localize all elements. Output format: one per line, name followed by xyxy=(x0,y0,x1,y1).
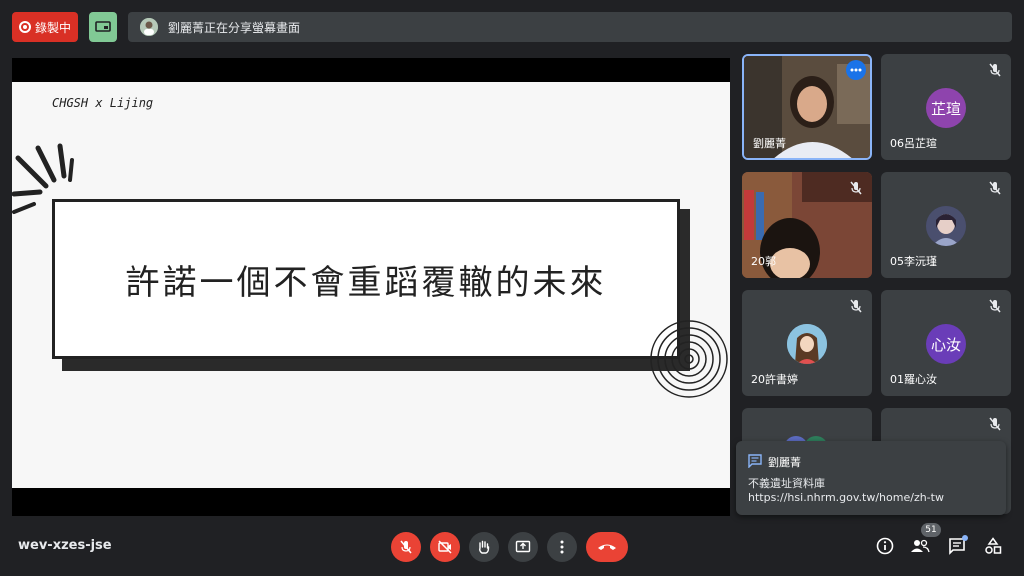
people-icon xyxy=(911,539,930,553)
slide-brand: CHGSH x Lijing xyxy=(52,96,154,110)
participant-name: 20郭 xyxy=(751,255,776,268)
activities-icon xyxy=(985,537,1002,554)
mic-off-icon xyxy=(989,181,1001,195)
participant-name: 劉麗菁 xyxy=(753,137,786,150)
meeting-code: wev-xzes-jse xyxy=(18,538,112,553)
chat-message-line: 不義遺址資料庫 xyxy=(748,477,825,490)
info-icon xyxy=(876,537,894,555)
mic-toggle-button[interactable] xyxy=(391,532,421,562)
chat-notification[interactable]: 劉麗菁 不義遺址資料庫 https://hsi.nhrm.gov.tw/home… xyxy=(736,441,1006,515)
more-options-button[interactable] xyxy=(547,532,577,562)
activities-button[interactable] xyxy=(981,534,1005,558)
unread-dot xyxy=(962,535,968,541)
bottom-bar: wev-xzes-jse 51 xyxy=(0,520,1024,576)
camera-toggle-button[interactable] xyxy=(430,532,460,562)
participant-name: 20許書婷 xyxy=(751,373,798,386)
slide-title: 許諾一個不會重蹈覆轍的未來 xyxy=(125,262,607,303)
screen-share-presentation: CHGSH x Lijing 許諾一個不會重蹈覆轍的未來 xyxy=(12,58,730,516)
mic-off-icon xyxy=(989,417,1001,431)
avatar: 心汝 xyxy=(926,324,966,364)
participant-tile[interactable]: 芷瑄 06呂芷瑄 xyxy=(881,54,1011,160)
presenter-avatar xyxy=(140,18,158,36)
camera-off-icon xyxy=(438,540,452,554)
participant-count-badge: 51 xyxy=(921,523,941,537)
record-icon xyxy=(18,21,31,33)
participant-name: 01羅心汝 xyxy=(890,373,937,386)
chat-button[interactable] xyxy=(945,534,969,558)
avatar-initials: 芷瑄 xyxy=(930,99,961,118)
chat-icon xyxy=(748,454,762,468)
cast-icon xyxy=(95,21,111,32)
more-vert-icon xyxy=(560,540,564,554)
participant-name: 06呂芷瑄 xyxy=(890,137,937,150)
top-bar: 錄製中 劉麗菁正在分享螢幕畫面 xyxy=(0,0,1024,52)
avatar-initials: 心汝 xyxy=(930,335,961,354)
screen-share-banner: 劉麗菁正在分享螢幕畫面 xyxy=(128,12,1012,42)
participant-name: 05李沅瑾 xyxy=(890,255,937,268)
more-options-icon[interactable] xyxy=(846,60,866,80)
mic-off-icon xyxy=(989,63,1001,77)
participant-tile[interactable]: 20許書婷 xyxy=(742,290,872,396)
avatar xyxy=(787,324,827,364)
slide-title-box: 許諾一個不會重蹈覆轍的未來 xyxy=(52,199,680,359)
mic-off-icon xyxy=(989,299,1001,313)
mic-off-icon xyxy=(850,299,862,313)
chat-message-link[interactable]: https://hsi.nhrm.gov.tw/home/zh-tw xyxy=(748,491,944,504)
present-icon xyxy=(515,540,531,553)
recording-label: 錄製中 xyxy=(34,20,71,35)
meeting-info-button[interactable] xyxy=(873,534,897,558)
recording-indicator[interactable]: 錄製中 xyxy=(12,12,78,42)
decorative-spiral-icon xyxy=(650,320,728,398)
share-banner-text: 劉麗菁正在分享螢幕畫面 xyxy=(168,20,301,35)
mic-off-icon xyxy=(400,540,412,554)
avatar xyxy=(926,206,966,246)
present-screen-button[interactable] xyxy=(508,532,538,562)
raise-hand-button[interactable] xyxy=(469,532,499,562)
leave-call-button[interactable] xyxy=(586,532,628,562)
cast-button[interactable] xyxy=(89,12,117,42)
participants-button[interactable] xyxy=(908,534,932,558)
participant-tile[interactable]: 20郭 xyxy=(742,172,872,278)
mic-off-icon xyxy=(850,181,862,195)
hand-icon xyxy=(479,540,490,554)
chat-sender: 劉麗菁 xyxy=(768,456,801,469)
participant-tile-presenter[interactable]: 劉麗菁 xyxy=(742,54,872,160)
hangup-icon xyxy=(598,544,616,550)
participant-tile[interactable]: 心汝 01羅心汝 xyxy=(881,290,1011,396)
participant-tile[interactable]: 05李沅瑾 xyxy=(881,172,1011,278)
avatar: 芷瑄 xyxy=(926,88,966,128)
slide: CHGSH x Lijing 許諾一個不會重蹈覆轍的未來 xyxy=(12,82,730,488)
